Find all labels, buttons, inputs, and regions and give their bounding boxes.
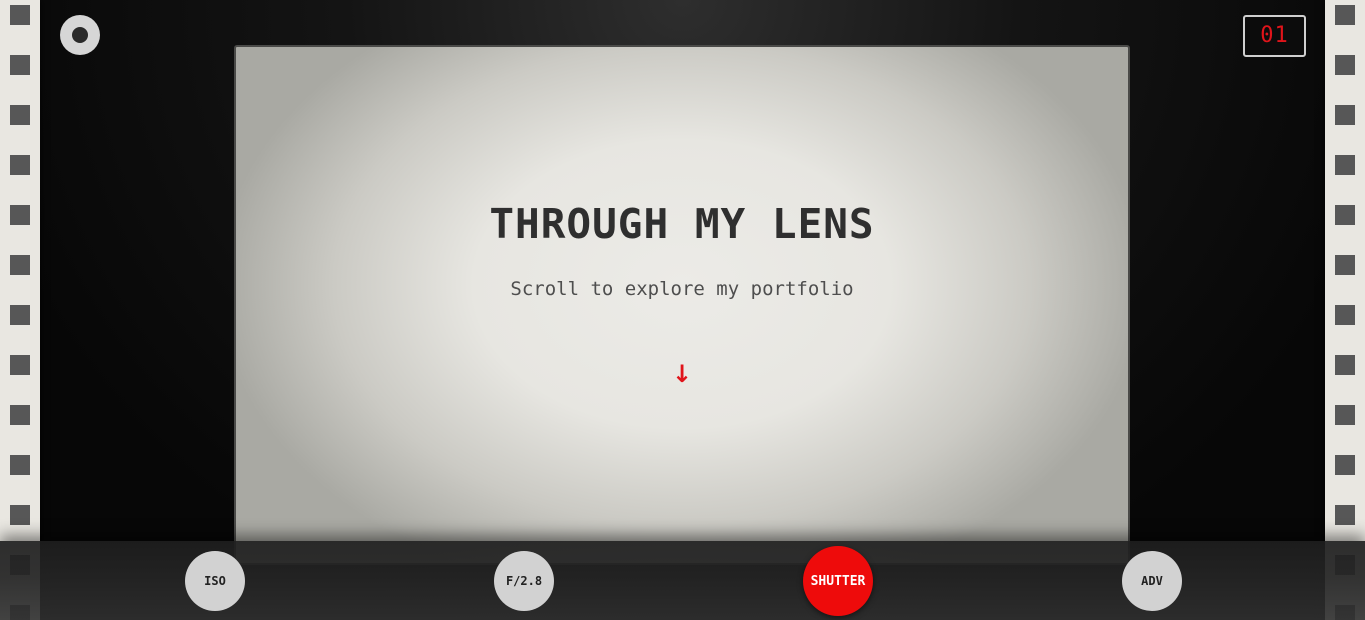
sprocket-hole: [10, 455, 30, 475]
sprocket-hole: [1335, 505, 1355, 525]
sprocket-hole: [10, 355, 30, 375]
sprocket-hole: [1335, 205, 1355, 225]
sprocket-hole: [1335, 455, 1355, 475]
sprocket-hole: [10, 405, 30, 425]
advance-button[interactable]: ADV: [1122, 551, 1182, 611]
frame-counter: 01: [1243, 15, 1306, 57]
sprocket-hole: [1335, 5, 1355, 25]
sprocket-hole: [10, 505, 30, 525]
page-title: THROUGH MY LENS: [489, 200, 875, 248]
sprocket-hole: [10, 5, 30, 25]
film-strip-left: [0, 0, 40, 620]
iso-button[interactable]: ISO: [185, 551, 245, 611]
aperture-button[interactable]: F/2.8: [494, 551, 554, 611]
sprocket-hole: [1335, 355, 1355, 375]
sprocket-hole: [1335, 155, 1355, 175]
sprocket-hole: [10, 105, 30, 125]
shutter-button[interactable]: SHUTTER: [803, 546, 873, 616]
sprocket-hole: [10, 255, 30, 275]
sprocket-hole: [1335, 255, 1355, 275]
sprocket-hole: [1335, 405, 1355, 425]
sprocket-hole: [10, 155, 30, 175]
scroll-down-arrow-icon[interactable]: ↓: [236, 360, 1128, 388]
record-dot: [72, 27, 88, 43]
page-subtitle: Scroll to explore my portfolio: [510, 278, 854, 300]
sprocket-hole: [10, 305, 30, 325]
film-strip-right: [1325, 0, 1365, 620]
sprocket-hole: [10, 55, 30, 75]
sprocket-hole: [1335, 305, 1355, 325]
sprocket-hole: [10, 205, 30, 225]
record-indicator-icon: [60, 15, 100, 55]
camera-viewfinder: 01 THROUGH MY LENS Scroll to explore my …: [0, 0, 1365, 620]
viewfinder-screen: THROUGH MY LENS Scroll to explore my por…: [234, 45, 1130, 565]
sprocket-hole: [1335, 55, 1355, 75]
sprocket-hole: [1335, 105, 1355, 125]
